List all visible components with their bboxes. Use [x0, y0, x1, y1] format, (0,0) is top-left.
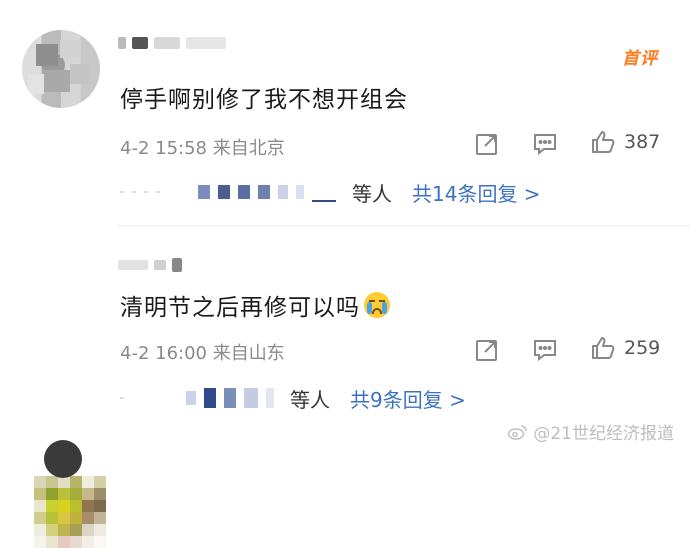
- thumbs-up-icon: [592, 337, 615, 359]
- view-replies-link[interactable]: 共14条回复 >: [412, 178, 541, 207]
- reply-others: 等人: [352, 181, 392, 206]
- weibo-icon: [508, 424, 528, 440]
- comment-icon: [534, 134, 556, 156]
- next-comment-avatar[interactable]: [44, 440, 82, 478]
- watermark-text: @21世纪经济报道: [533, 424, 674, 444]
- like-button[interactable]: 259: [590, 335, 660, 361]
- comment-icon: [534, 340, 556, 362]
- watermark: @21世纪经济报道: [507, 419, 674, 444]
- first-comment-badge: 首评: [622, 49, 658, 69]
- view-replies-link[interactable]: 共9条回复 >: [350, 384, 466, 413]
- username-blurred[interactable]: [118, 256, 182, 274]
- like-count: 387: [624, 131, 661, 153]
- reply-summary[interactable]: 等人 共14条回复 >: [120, 176, 541, 208]
- comment-text: 停手啊别修了我不想开组会: [120, 87, 408, 113]
- share-button[interactable]: [474, 131, 500, 157]
- reply-summary[interactable]: 等人 共9条回复 >: [120, 382, 466, 414]
- like-button[interactable]: 387: [590, 129, 660, 155]
- comment-meta: 4-2 15:58 来自北京: [120, 138, 285, 159]
- comment-button[interactable]: [532, 337, 558, 363]
- like-count: 259: [624, 337, 661, 359]
- comment-text-content: 清明节之后再修可以吗: [120, 295, 360, 321]
- thumbs-up-icon: [592, 131, 615, 153]
- reply-others: 等人: [290, 387, 330, 412]
- crying-face-icon: [364, 292, 390, 318]
- comment-button[interactable]: [532, 131, 558, 157]
- comment-card: 首评 停手啊别修了我不想开组会 4-2 15:58 来自北京 387 等人 共1…: [0, 0, 690, 226]
- avatar[interactable]: [22, 30, 100, 108]
- avatar[interactable]: [34, 476, 106, 548]
- comment-text: 清明节之后再修可以吗: [120, 288, 390, 322]
- username-blurred[interactable]: [118, 34, 226, 52]
- share-button[interactable]: [474, 337, 500, 363]
- share-icon: [476, 340, 497, 361]
- comment-meta: 4-2 16:00 来自山东: [120, 343, 285, 364]
- share-icon: [476, 134, 497, 155]
